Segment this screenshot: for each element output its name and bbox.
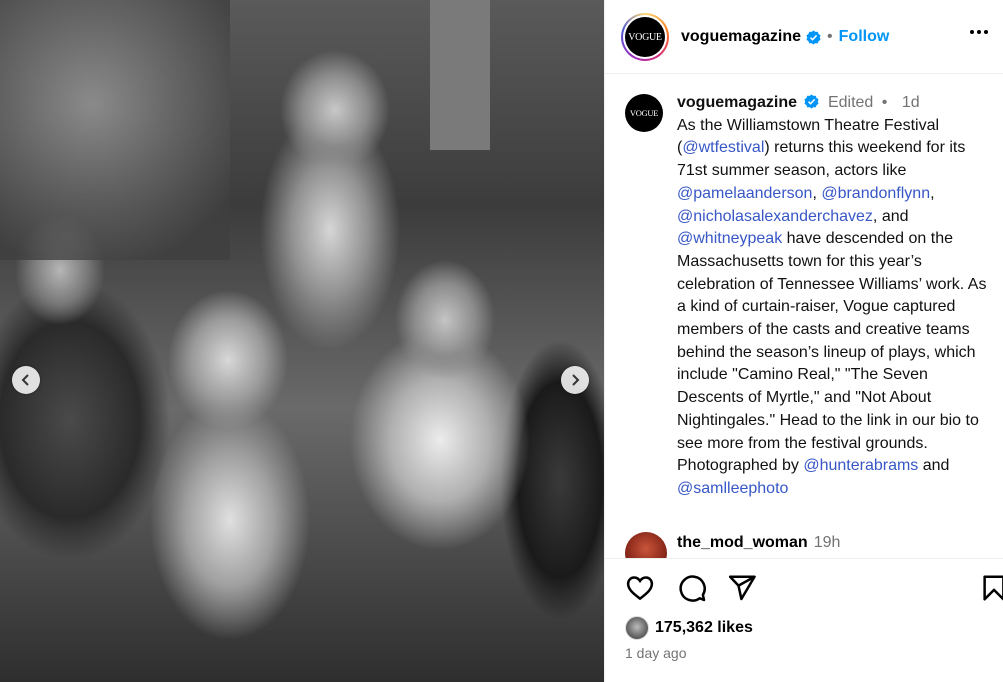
caption-edited: Edited (827, 94, 874, 111)
post-side-panel: VOGUE voguemagazine • Follow VOGUE vogue… (604, 0, 1003, 682)
action-bar: 175,362 likes 1 day ago (605, 558, 1003, 682)
caption-time[interactable]: 1d (902, 94, 920, 111)
caption-mention-link[interactable]: @brandonflynn (821, 185, 930, 202)
more-options-icon[interactable] (970, 30, 988, 34)
next-image-button[interactable] (561, 366, 589, 394)
likes-count[interactable]: 175,362 likes (655, 619, 753, 637)
likes-row: 175,362 likes (625, 616, 753, 640)
caption-avatar[interactable]: VOGUE (625, 94, 663, 132)
caption-body: As the Williamstown Theatre Festival (@w… (677, 117, 986, 497)
comment-header: the_mod_woman 19h (677, 534, 840, 552)
caption-text-segment: , and (872, 207, 909, 225)
verified-badge-icon (806, 29, 821, 45)
profile-avatar[interactable]: VOGUE (621, 13, 669, 61)
post-header: VOGUE voguemagazine • Follow (605, 0, 1003, 74)
caption-mention-link[interactable]: @whitneypeak (677, 230, 782, 247)
comment-bubble-icon[interactable] (677, 573, 707, 603)
previous-image-button[interactable] (12, 366, 40, 394)
caption-separator: • (881, 94, 888, 111)
chevron-left-icon (21, 374, 29, 386)
comment-avatar[interactable] (625, 532, 667, 558)
chevron-right-icon (572, 374, 580, 386)
caption-mention-link[interactable]: @nicholasalexanderchavez (677, 208, 873, 225)
caption-text-segment: , (812, 184, 822, 202)
caption-text-segment: have descended on the Massachusetts town… (677, 230, 987, 475)
caption-mention-link[interactable]: @samlleephoto (677, 480, 788, 497)
caption-text-segment: and (918, 457, 950, 475)
bookmark-icon[interactable] (979, 573, 1003, 603)
follow-button[interactable]: Follow (839, 28, 890, 46)
liker-avatar[interactable] (625, 616, 649, 640)
comments-section: VOGUE voguemagazine Edited • 1d As the W… (605, 74, 1003, 558)
caption-username[interactable]: voguemagazine (677, 94, 797, 111)
caption-mention-link[interactable]: @pamelaanderson (677, 185, 812, 202)
caption-mention-link[interactable]: @wtfestival (682, 139, 764, 156)
comment-username[interactable]: the_mod_woman (677, 534, 808, 551)
vogue-logo-small: VOGUE (625, 94, 663, 132)
foliage-background (0, 0, 230, 260)
caption-text-segment: , (930, 184, 935, 202)
post-timestamp[interactable]: 1 day ago (625, 645, 687, 661)
heart-icon[interactable] (625, 573, 655, 603)
share-paper-plane-icon[interactable] (727, 573, 757, 603)
verified-badge-icon (804, 94, 820, 109)
header-separator: • (827, 28, 833, 45)
post-photo (0, 0, 604, 682)
vogue-logo: VOGUE (625, 17, 665, 57)
comment-time: 19h (813, 534, 841, 551)
tree-trunk (430, 0, 490, 150)
caption-mention-link[interactable]: @hunterabrams (803, 457, 918, 474)
header-username[interactable]: voguemagazine (681, 28, 801, 46)
caption-text: voguemagazine Edited • 1d As the William… (677, 92, 995, 501)
header-user-row: voguemagazine • Follow (681, 28, 889, 46)
